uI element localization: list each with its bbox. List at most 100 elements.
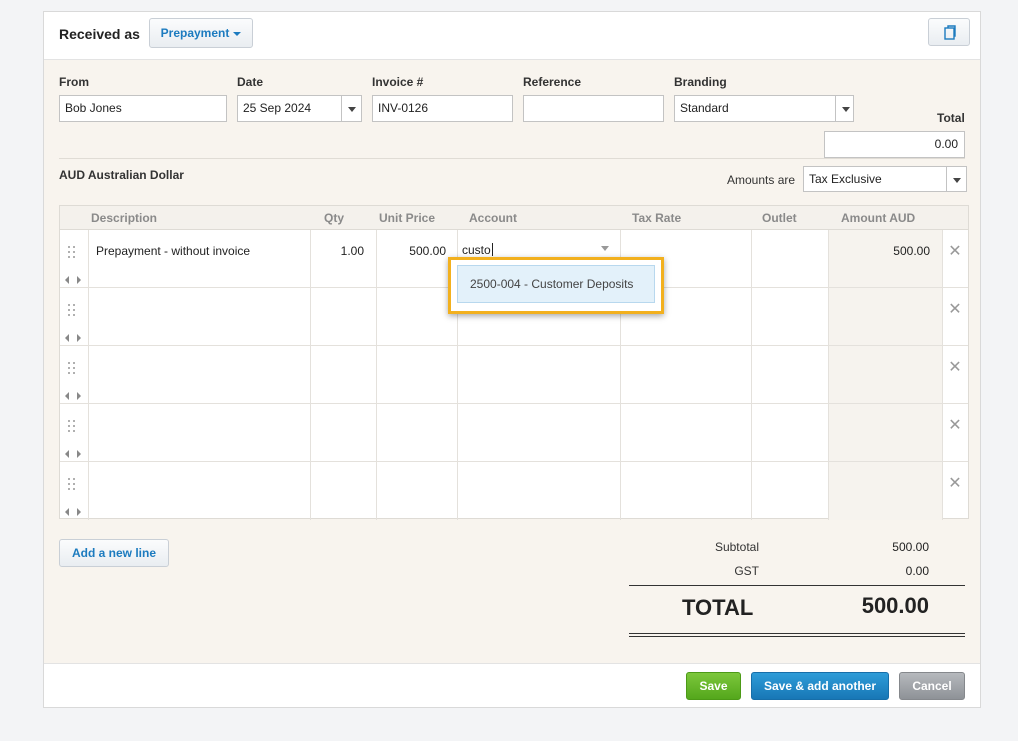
date-value: 25 Sep 2024 [243, 101, 312, 115]
amounts-are-label: Amounts are [727, 173, 796, 187]
drag-handle-icon[interactable] [68, 478, 76, 492]
arrow-left-icon[interactable] [65, 392, 69, 400]
received-as-type-dropdown[interactable]: Prepayment [149, 18, 253, 48]
arrow-right-icon[interactable] [77, 276, 81, 284]
row-resize-arrows[interactable] [65, 447, 81, 461]
column-separator [88, 404, 89, 461]
delete-row-icon[interactable]: ✕ [948, 357, 962, 377]
column-separator [376, 288, 377, 345]
column-separator [751, 230, 752, 287]
add-new-line-button[interactable]: Add a new line [59, 539, 169, 567]
arrow-left-icon[interactable] [65, 508, 69, 516]
delete-row-icon[interactable]: ✕ [948, 241, 962, 261]
gst-label: GST [734, 564, 759, 578]
received-as-type-label: Prepayment [160, 26, 230, 40]
total-field[interactable]: 0.00 [824, 131, 965, 158]
column-separator [942, 462, 943, 520]
totals-rule [629, 585, 965, 586]
column-separator [620, 462, 621, 520]
drag-handle-icon[interactable] [68, 304, 76, 318]
copy-button[interactable] [928, 18, 970, 46]
text-cursor [491, 243, 493, 256]
qty-cell[interactable]: 1.00 [316, 244, 364, 258]
column-separator [376, 346, 377, 403]
column-separator [942, 288, 943, 345]
arrow-right-icon[interactable] [77, 508, 81, 516]
column-header-outlet: Outlet [762, 211, 797, 225]
unit-price-cell[interactable]: 500.00 [380, 244, 446, 258]
drag-handle-icon[interactable] [68, 362, 76, 376]
row-resize-arrows[interactable] [65, 389, 81, 403]
totals-double-rule-top [629, 633, 965, 634]
column-separator [457, 346, 458, 403]
invoice-number-value: INV-0126 [378, 101, 429, 115]
total-value: 0.00 [934, 137, 958, 151]
delete-row-icon[interactable]: ✕ [948, 299, 962, 319]
column-separator [376, 462, 377, 520]
amount-cell: 500.00 [893, 244, 930, 258]
column-separator [828, 404, 829, 461]
gst-value: 0.00 [905, 564, 929, 578]
amount-cell-bg [829, 288, 942, 345]
amounts-are-select[interactable]: Tax Exclusive [803, 166, 967, 192]
column-separator [828, 288, 829, 345]
date-label: Date [237, 75, 264, 89]
chevron-down-icon[interactable] [835, 96, 853, 121]
subtotal-label: Subtotal [714, 540, 759, 554]
column-separator [751, 404, 752, 461]
date-dropdown-icon[interactable] [341, 96, 361, 121]
row-resize-arrows[interactable] [65, 505, 81, 519]
column-header-tax-rate: Tax Rate [632, 211, 682, 225]
column-separator [376, 230, 377, 287]
delete-row-icon[interactable]: ✕ [948, 415, 962, 435]
column-separator [620, 404, 621, 461]
line-items-table: Description Qty Unit Price Account Tax R… [59, 205, 969, 520]
branding-select[interactable]: Standard [674, 95, 854, 122]
drag-handle-icon[interactable] [68, 420, 76, 434]
date-field[interactable]: 25 Sep 2024 [237, 95, 362, 122]
arrow-right-icon[interactable] [77, 334, 81, 342]
column-separator [310, 462, 311, 520]
delete-row-icon[interactable]: ✕ [948, 473, 962, 493]
reference-label: Reference [523, 75, 582, 89]
from-field[interactable]: Bob Jones [59, 95, 227, 122]
arrow-left-icon[interactable] [65, 450, 69, 458]
column-separator [828, 230, 829, 287]
totals-double-rule-bottom [629, 636, 965, 637]
from-label: From [59, 75, 89, 89]
amount-cell-bg [829, 462, 942, 520]
save-button[interactable]: Save [686, 672, 741, 700]
description-cell[interactable]: Prepayment - without invoice [96, 244, 250, 258]
column-separator [942, 404, 943, 461]
table-row[interactable]: ✕ [60, 462, 968, 520]
cancel-button[interactable]: Cancel [899, 672, 965, 700]
total-label-big: TOTAL [682, 595, 754, 620]
from-value: Bob Jones [65, 101, 122, 115]
arrow-left-icon[interactable] [65, 276, 69, 284]
save-and-add-another-button[interactable]: Save & add another [751, 672, 889, 700]
subtotal-value: 500.00 [892, 540, 929, 554]
table-row[interactable]: ✕ [60, 346, 968, 404]
arrow-left-icon[interactable] [65, 334, 69, 342]
arrow-right-icon[interactable] [77, 392, 81, 400]
chevron-down-icon[interactable] [946, 167, 966, 191]
table-row[interactable]: ✕ [60, 404, 968, 462]
divider [59, 158, 965, 159]
column-separator [88, 288, 89, 345]
column-separator [310, 346, 311, 403]
account-dropdown-icon[interactable] [601, 246, 609, 251]
arrow-right-icon[interactable] [77, 450, 81, 458]
column-separator [457, 462, 458, 520]
invoice-panel: Received as Prepayment From Bob Jones Da… [43, 11, 981, 708]
column-separator [751, 346, 752, 403]
drag-handle-icon[interactable] [68, 246, 76, 260]
row-resize-arrows[interactable] [65, 331, 81, 345]
account-suggestion-item[interactable]: 2500-004 - Customer Deposits [457, 265, 655, 303]
reference-field[interactable] [523, 95, 664, 122]
row-resize-arrows[interactable] [65, 273, 81, 287]
column-separator [88, 346, 89, 403]
column-header-amount: Amount AUD [841, 211, 916, 225]
column-separator [751, 462, 752, 520]
invoice-number-field[interactable]: INV-0126 [372, 95, 513, 122]
column-separator [751, 288, 752, 345]
